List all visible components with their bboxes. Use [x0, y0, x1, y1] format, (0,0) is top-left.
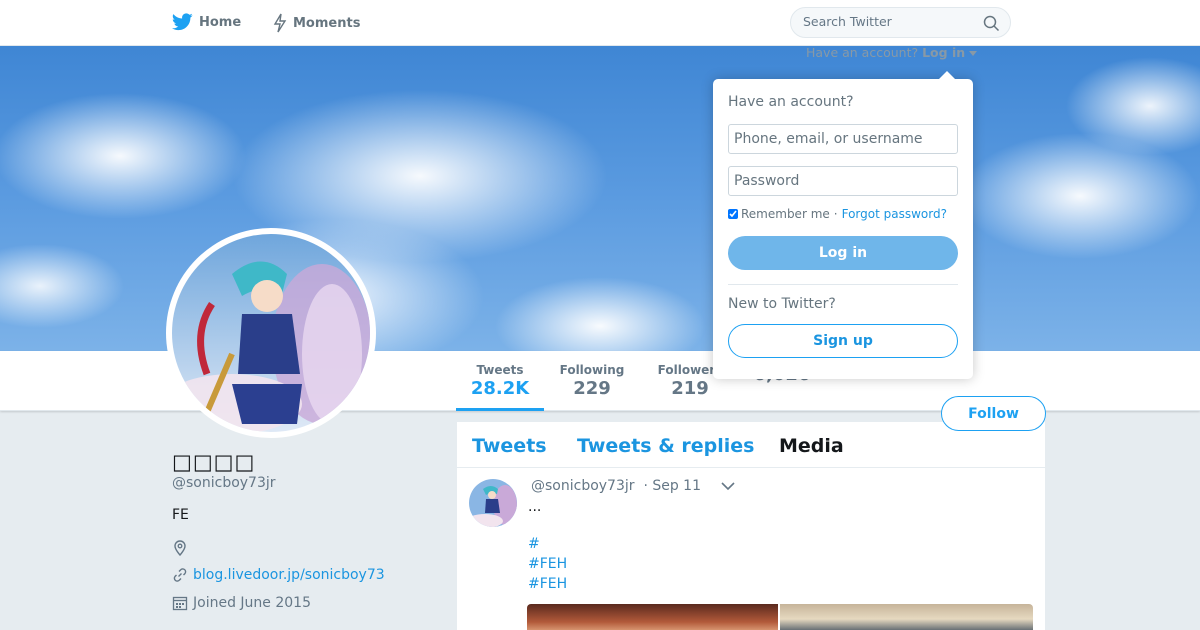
nav-home[interactable]: Home	[172, 13, 241, 31]
avatar-illustration	[172, 234, 370, 432]
login-dropdown-title: Have an account?	[728, 94, 854, 110]
new-to-twitter-label: New to Twitter?	[728, 296, 836, 312]
location-pin-icon	[174, 540, 186, 556]
remember-me-label[interactable]: Remember me	[741, 207, 830, 221]
tweet-avatar[interactable]	[469, 479, 517, 527]
separator-dot: ·	[833, 207, 838, 221]
tweet[interactable]: @sonicboy73jr · Sep 11 ... # #FEH #FEH	[457, 469, 1045, 630]
login-hint-text: Have an account?	[806, 45, 919, 60]
profile-name: □□□□	[172, 450, 256, 474]
tab-media[interactable]: Media	[779, 435, 844, 457]
chevron-down-icon[interactable]	[721, 481, 735, 491]
profile-location	[172, 540, 193, 556]
remember-row: Remember me · Forgot password?	[728, 207, 947, 221]
login-hint: Have an account? Log in	[806, 45, 978, 60]
stat-tweets[interactable]: Tweets 28.2K	[456, 363, 544, 411]
tweet-hashtag[interactable]: #FEH	[528, 576, 567, 592]
tweet-header: @sonicboy73jr · Sep 11	[531, 478, 701, 494]
tweet-hashtag[interactable]: #FEH	[528, 556, 567, 572]
stat-following[interactable]: Following 229	[556, 363, 628, 399]
tweet-handle[interactable]: @sonicboy73jr	[531, 478, 635, 494]
profile-url-text[interactable]: blog.livedoor.jp/sonicboy73	[193, 567, 385, 583]
top-navigation-bar: Home Moments	[0, 0, 1200, 46]
tweet-media-image[interactable]	[780, 604, 1033, 630]
nav-home-label: Home	[199, 14, 242, 30]
stat-label: Following	[559, 363, 625, 377]
password-input[interactable]	[728, 166, 958, 196]
stat-label: Tweets	[476, 363, 524, 377]
nav-moments[interactable]: Moments	[273, 13, 360, 33]
follow-button[interactable]: Follow	[941, 396, 1046, 431]
search-box[interactable]	[790, 7, 1011, 38]
timeline: Tweets Tweets & replies Media @sonicboy7…	[457, 422, 1045, 630]
profile-joined-text: Joined June 2015	[193, 595, 311, 611]
login-button[interactable]: Log in	[728, 236, 958, 270]
profile-avatar[interactable]	[166, 228, 376, 438]
tweet-avatar-image	[469, 479, 517, 527]
link-icon	[173, 568, 187, 582]
twitter-bird-icon	[172, 13, 193, 31]
profile-url[interactable]: blog.livedoor.jp/sonicboy73	[172, 567, 385, 583]
lightning-icon	[273, 13, 287, 33]
profile-joined: Joined June 2015	[172, 595, 311, 611]
caret-down-icon	[969, 51, 978, 56]
stat-value: 229	[573, 378, 611, 399]
tweet-media-image[interactable]	[527, 604, 778, 630]
nav-moments-label: Moments	[293, 15, 361, 31]
tab-tweets[interactable]: Tweets	[472, 435, 547, 457]
forgot-password-link[interactable]: Forgot password?	[842, 207, 947, 221]
tweet-hashtag[interactable]: #	[528, 536, 540, 552]
profile-handle[interactable]: @sonicboy73jr	[172, 475, 276, 491]
login-link[interactable]: Log in	[922, 45, 965, 60]
stat-value: 219	[671, 378, 709, 399]
stat-value: 28.2K	[470, 378, 530, 399]
remember-me-checkbox[interactable]	[728, 209, 738, 219]
profile-bio: FE	[172, 507, 189, 523]
tweet-text: ...	[528, 499, 542, 515]
login-dropdown: Have an account? Remember me · Forgot pa…	[713, 71, 973, 379]
calendar-icon	[172, 596, 188, 611]
divider	[728, 284, 958, 285]
username-input[interactable]	[728, 124, 958, 154]
tab-tweets-replies[interactable]: Tweets & replies	[577, 435, 754, 457]
tweet-media[interactable]	[527, 604, 1033, 630]
search-icon[interactable]	[983, 15, 1000, 32]
tweet-date[interactable]: · Sep 11	[643, 478, 701, 494]
search-input[interactable]	[803, 14, 973, 29]
signup-button[interactable]: Sign up	[728, 324, 958, 358]
